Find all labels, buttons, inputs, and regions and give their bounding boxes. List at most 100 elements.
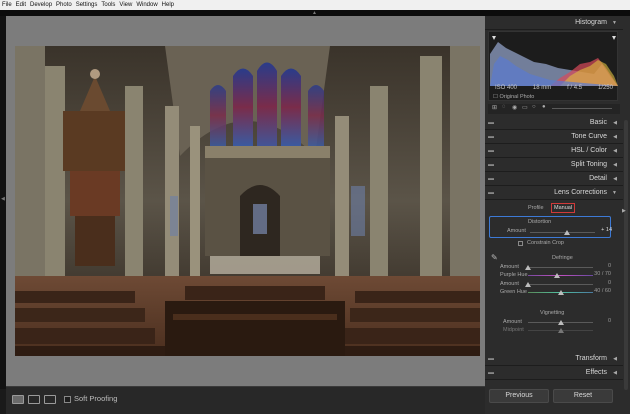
menu-help[interactable]: Help — [162, 0, 174, 10]
basic-panel-header[interactable]: ▬ Basic ◀ — [485, 116, 623, 130]
lens-corrections-header[interactable]: ▬ Lens Corrections ▼ — [485, 186, 623, 200]
panel-switch-icon[interactable]: ▬ — [488, 144, 494, 158]
vignetting-amount-thumb[interactable] — [557, 320, 564, 325]
graduated-filter-icon[interactable]: ▭ — [522, 104, 528, 111]
collapse-triangle-icon: ◀ — [613, 120, 617, 126]
panel-switch-icon[interactable]: ▬ — [488, 116, 494, 130]
green-hue-value: 40 / 60 — [594, 288, 611, 294]
defringe-amount-label: Amount — [500, 264, 519, 270]
shutter-value: 1/250 — [597, 85, 613, 91]
menu-settings[interactable]: Settings — [76, 0, 98, 10]
distortion-amount-thumb[interactable] — [564, 230, 571, 235]
tone-curve-title: Tone Curve — [571, 133, 607, 140]
effects-header[interactable]: ▬ Effects ◀ — [485, 366, 623, 380]
iso-value: ISO 400 — [495, 85, 518, 91]
constrain-crop-checkbox[interactable] — [518, 241, 523, 246]
soft-proofing-checkbox[interactable] — [64, 396, 71, 403]
menu-bar: File Edit Develop Photo Settings Tools V… — [0, 0, 630, 10]
radial-filter-icon[interactable]: ○ — [532, 104, 536, 110]
purple-hue-thumb[interactable] — [554, 273, 561, 278]
menu-file[interactable]: File — [2, 0, 12, 10]
eyedropper-icon[interactable]: ✎ — [491, 253, 498, 262]
collapse-triangle-icon: ◀ — [613, 148, 617, 154]
profile-tab[interactable]: Profile — [528, 205, 544, 211]
menu-tools[interactable]: Tools — [101, 0, 115, 10]
green-amount-slider[interactable] — [528, 284, 593, 285]
purple-amount-slider[interactable] — [528, 267, 593, 268]
before-after-split-icon[interactable] — [44, 395, 56, 404]
panel-switch-icon[interactable]: ▬ — [488, 172, 494, 186]
green-hue-thumb[interactable] — [557, 290, 564, 295]
tone-curve-header[interactable]: ▬ Tone Curve ◀ — [485, 130, 623, 144]
purple-hue-slider[interactable] — [528, 275, 593, 276]
vignetting-amount-value: 0 — [607, 318, 611, 324]
defringe-title: Defringe — [552, 255, 573, 261]
expand-triangle-icon: ▼ — [612, 190, 617, 196]
menu-view[interactable]: View — [119, 0, 132, 10]
menu-photo[interactable]: Photo — [56, 0, 72, 10]
purple-hue-label: Purple Hue — [500, 272, 528, 278]
lens-corrections-title: Lens Corrections — [554, 189, 607, 196]
photo-workspace — [6, 16, 485, 386]
distortion-amount-value[interactable]: + 14 — [594, 227, 612, 233]
split-toning-header[interactable]: ▬ Split Toning ◀ — [485, 158, 623, 172]
purple-amount-thumb[interactable] — [525, 265, 531, 270]
cathedral-image — [15, 46, 480, 356]
spot-removal-icon[interactable]: ◌ — [502, 104, 506, 110]
reset-button[interactable]: Reset — [553, 389, 613, 403]
distortion-amount-label: Amount — [507, 228, 526, 234]
effects-title: Effects — [585, 369, 607, 376]
menu-edit[interactable]: Edit — [16, 0, 26, 10]
hsl-color-title: HSL / Color — [571, 147, 607, 154]
menu-window[interactable]: Window — [136, 0, 157, 10]
right-panel-collapse-icon[interactable]: ▶ — [622, 208, 626, 214]
manual-tab[interactable]: Manual — [551, 203, 576, 213]
vignetting-midpoint-label: Midpoint — [503, 327, 524, 333]
cathedral-photo — [15, 46, 480, 356]
detail-header[interactable]: ▬ Detail ◀ — [485, 172, 623, 186]
loupe-view-icon[interactable] — [12, 395, 24, 404]
purple-amount-value: 0 — [607, 263, 611, 269]
green-amount-thumb[interactable] — [525, 282, 531, 287]
red-eye-icon[interactable]: ◉ — [512, 104, 517, 111]
left-panel-arrow-icon[interactable]: ◀ — [1, 196, 5, 202]
hsl-color-header[interactable]: ▬ HSL / Color ◀ — [485, 144, 623, 158]
split-toning-title: Split Toning — [570, 161, 607, 168]
highlight-clip-indicator-icon — [612, 36, 616, 40]
tool-slider-track[interactable] — [552, 108, 612, 109]
collapse-triangle-icon: ◀ — [613, 162, 617, 168]
collapse-triangle-icon: ◀ — [613, 134, 617, 140]
panel-switch-icon[interactable]: ▬ — [488, 366, 494, 380]
vignetting-title: Vignetting — [540, 310, 565, 316]
focal-length: 18 mm — [532, 85, 552, 91]
previous-button[interactable]: Previous — [489, 389, 549, 403]
histogram-header[interactable]: Histogram ▼ — [485, 16, 623, 30]
vignetting-midpoint-thumb[interactable] — [557, 328, 564, 333]
detail-title: Detail — [589, 175, 607, 182]
panel-switch-icon[interactable]: ▬ — [488, 352, 494, 366]
right-panel: Histogram ▼ ISO 400 18 mm f / 4.5 1/250 … — [485, 16, 630, 414]
tool-strip: ⊞ ◌ ◉ ▭ ○ ● — [488, 104, 620, 114]
green-amount-label: Amount — [500, 281, 519, 287]
distortion-amount-slider[interactable] — [530, 232, 595, 233]
panel-switch-icon[interactable]: ▬ — [488, 130, 494, 144]
constrain-crop-label: Constrain Crop — [527, 240, 564, 246]
panel-switch-icon[interactable]: ▬ — [488, 158, 494, 172]
crop-tool-icon[interactable]: ⊞ — [492, 104, 497, 111]
histogram-graph — [490, 36, 618, 86]
panel-switch-icon[interactable]: ▬ — [488, 186, 494, 200]
exif-info: ISO 400 18 mm f / 4.5 1/250 — [495, 85, 613, 91]
menu-develop[interactable]: Develop — [30, 0, 52, 10]
distortion-title: Distortion — [528, 219, 552, 225]
before-after-view-icon[interactable] — [28, 395, 40, 404]
brush-icon[interactable]: ● — [542, 104, 546, 110]
right-panel-scrollbar[interactable] — [624, 120, 628, 390]
collapse-triangle-icon: ◀ — [613, 370, 617, 376]
basic-panel-title: Basic — [589, 119, 607, 126]
collapse-triangle-icon: ◀ — [613, 176, 617, 182]
transform-header[interactable]: ▬ Transform ◀ — [485, 352, 623, 366]
vignetting-amount-label: Amount — [503, 319, 522, 325]
green-amount-value: 0 — [607, 280, 611, 286]
original-photo-text: Original Photo — [499, 94, 535, 100]
transform-title: Transform — [575, 355, 607, 362]
